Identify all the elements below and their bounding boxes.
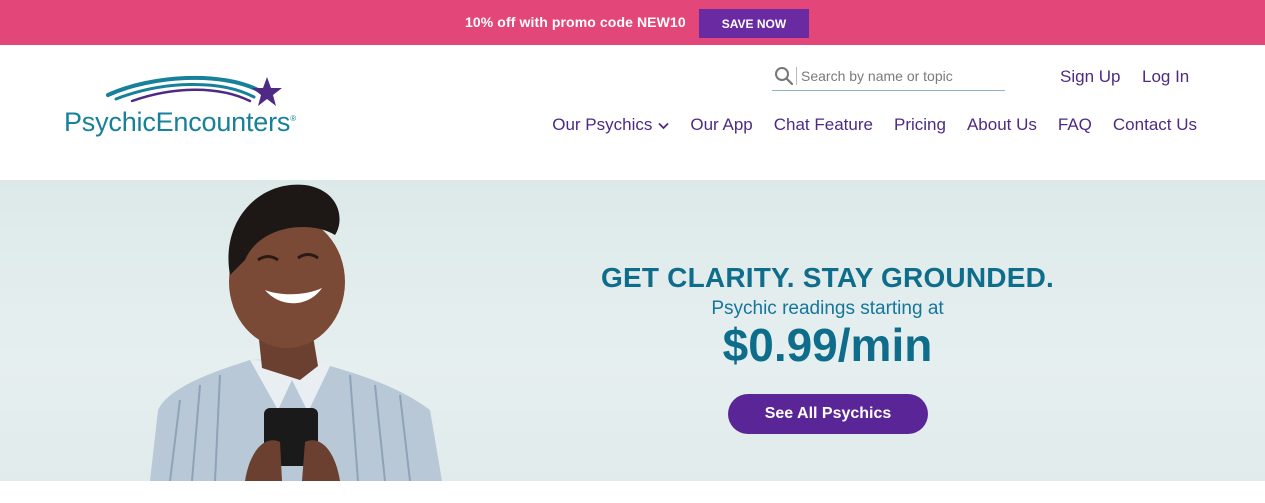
nav-label: Our Psychics	[552, 115, 653, 134]
page-bottom-strip	[0, 481, 1265, 503]
chevron-down-icon	[658, 115, 670, 135]
psychic-encounters-logo[interactable]: PsychicEncounters®	[62, 73, 342, 143]
promo-banner: 10% off with promo code NEW10 SAVE NOW	[0, 0, 1265, 45]
nav-our-psychics[interactable]: Our Psychics	[552, 115, 670, 135]
nav-about-us[interactable]: About Us	[967, 115, 1037, 135]
registered-mark: ®	[290, 114, 296, 123]
log-in-link[interactable]: Log In	[1142, 67, 1189, 87]
smiling-woman-with-phone-image	[150, 184, 442, 481]
promo-text: 10% off with promo code NEW10	[465, 14, 686, 30]
sign-up-link[interactable]: Sign Up	[1060, 67, 1120, 87]
search-icon[interactable]	[772, 64, 796, 88]
search-input[interactable]	[796, 66, 996, 85]
hero-subheadline: Psychic readings starting at	[711, 298, 944, 319]
nav-our-app[interactable]: Our App	[690, 115, 752, 135]
main-nav: Our Psychics Our App Chat Feature Pricin…	[531, 115, 1197, 135]
logo-text: PsychicEncounters	[64, 107, 291, 137]
nav-faq[interactable]: FAQ	[1058, 115, 1092, 135]
see-all-psychics-button[interactable]: See All Psychics	[728, 394, 928, 434]
hero-headline: GET CLARITY. STAY GROUNDED.	[601, 262, 1054, 293]
nav-contact-us[interactable]: Contact Us	[1113, 115, 1197, 135]
search-bar	[772, 61, 1005, 91]
save-now-button[interactable]: SAVE NOW	[699, 9, 809, 38]
nav-chat-feature[interactable]: Chat Feature	[774, 115, 873, 135]
hero-price: $0.99/min	[722, 319, 933, 371]
hero-banner: GET CLARITY. STAY GROUNDED. Psychic read…	[0, 180, 1265, 481]
site-header: PsychicEncounters® Sign Up Log In Our Ps…	[0, 45, 1265, 180]
nav-pricing[interactable]: Pricing	[894, 115, 946, 135]
